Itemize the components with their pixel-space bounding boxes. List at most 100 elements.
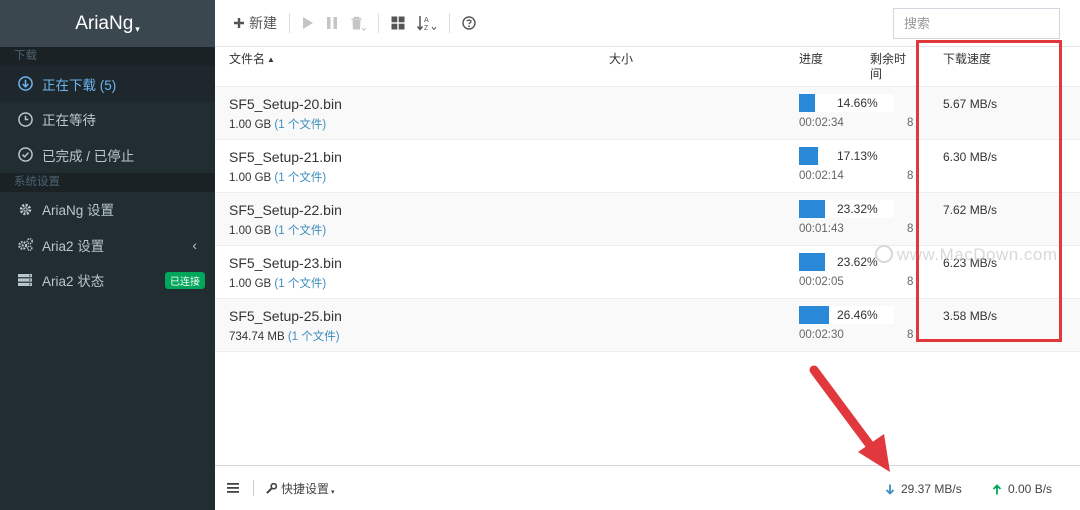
header-size[interactable]: 大小 [609, 52, 633, 67]
sidebar-item-aria2-status[interactable]: Aria2 状态 已连接 [0, 263, 215, 299]
sidebar-item-label: 正在等待 [42, 113, 96, 129]
task-download-speed: 7.62 MB/s [943, 203, 998, 217]
progress-bar: 26.46% [799, 306, 894, 324]
task-remaining-time: 00:02:14 [799, 170, 844, 182]
header-speed[interactable]: 下载速度 [943, 52, 991, 67]
sidebar-item-waiting[interactable]: 正在等待 [0, 102, 215, 138]
check-circle-icon [16, 146, 34, 164]
progress-percent: 23.62% [837, 255, 878, 269]
task-size: 1.00 GB (1 个文件) [229, 275, 326, 291]
start-button[interactable] [296, 9, 320, 37]
app-title-caret: ▾ [135, 24, 140, 34]
header-progress[interactable]: 进度 [799, 52, 823, 67]
sidebar-item-aria2-settings[interactable]: Aria2 设置 ‹ [0, 227, 215, 263]
search-input[interactable] [894, 9, 1080, 38]
task-filename[interactable]: SF5_Setup-25.bin [229, 308, 342, 324]
header-filename[interactable]: 文件名 ▲ [229, 52, 275, 68]
download-speed-value: 29.37 MB/s [901, 482, 962, 496]
sidebar-item-ariang-settings[interactable]: AriaNg 设置 [0, 192, 215, 228]
progress-fill [799, 200, 825, 218]
task-remaining-overflow: 8 [907, 117, 914, 129]
gears-icon [16, 236, 34, 254]
arrow-up-icon [992, 483, 1002, 494]
table-row[interactable]: SF5_Setup-20.bin 1.00 GB (1 个文件) 14.66% 00:… [215, 87, 1080, 140]
search-box [893, 8, 1080, 39]
sidebar-item-label: Aria2 设置 [42, 238, 105, 254]
progress-fill [799, 147, 818, 165]
sort-alpha-icon: AZ [417, 16, 437, 31]
sidebar-item-label: 正在下载 (5) [42, 77, 117, 93]
task-remaining-overflow: 8 [907, 329, 914, 341]
footer-bar: 快捷设置 ▾ 29.37 MB/s 0.00 B/s [215, 465, 1080, 510]
menu-icon[interactable] [227, 483, 241, 493]
table-row[interactable]: SF5_Setup-23.bin 1.00 GB (1 个文件) 23.62% 00:… [215, 246, 1080, 299]
grid-icon [391, 16, 405, 30]
caret-icon: ▾ [331, 489, 335, 496]
task-size: 1.00 GB (1 个文件) [229, 169, 326, 185]
wrench-icon [266, 482, 277, 494]
pause-button[interactable] [320, 9, 344, 37]
progress-percent: 14.66% [837, 96, 878, 110]
task-remaining-time: 00:01:43 [799, 223, 844, 235]
task-filename[interactable]: SF5_Setup-22.bin [229, 202, 342, 218]
trash-icon [351, 16, 366, 31]
task-remaining-time: 00:02:05 [799, 276, 844, 288]
task-remaining-overflow: 8 [907, 223, 914, 235]
app-logo[interactable]: AriaNg ▾ [0, 0, 215, 47]
progress-bar: 23.32% [799, 200, 894, 218]
progress-fill [799, 94, 815, 112]
table-row[interactable]: SF5_Setup-21.bin 1.00 GB (1 个文件) 17.13% 00:… [215, 140, 1080, 193]
sidebar-item-stopped[interactable]: 已完成 / 已停止 [0, 137, 215, 173]
progress-bar: 14.66% [799, 94, 894, 112]
gear-icon [16, 200, 34, 218]
play-icon [303, 17, 313, 29]
toolbar-divider [289, 13, 290, 33]
task-download-speed: 5.67 MB/s [943, 97, 998, 111]
progress-bar: 23.62% [799, 253, 894, 271]
task-files-link[interactable]: (1 个文件) [274, 225, 326, 237]
task-remaining-overflow: 8 [907, 276, 914, 288]
table-row[interactable]: SF5_Setup-25.bin 734.74 MB (1 个文件) 26.46% 0… [215, 299, 1080, 352]
task-size-value: 1.00 GB [229, 172, 272, 184]
task-remaining-time: 00:02:30 [799, 329, 844, 341]
task-files-link[interactable]: (1 个文件) [274, 172, 326, 184]
task-download-speed: 6.30 MB/s [943, 150, 998, 164]
footer-divider [253, 480, 254, 496]
connected-badge: 已连接 [165, 271, 205, 289]
sort-button[interactable]: AZ [411, 9, 443, 37]
task-files-link[interactable]: (1 个文件) [274, 119, 326, 131]
progress-fill [799, 253, 825, 271]
task-files-link[interactable]: (1 个文件) [288, 331, 340, 343]
sidebar: AriaNg ▾ 下载 正在下载 (5) 正在等待 已完成 / 已停止 系统设置 … [0, 0, 215, 510]
plus-icon [234, 18, 244, 28]
delete-button[interactable] [344, 9, 372, 37]
quick-settings-label: 快捷设置 [281, 481, 330, 496]
chevron-left-icon: ‹ [192, 236, 197, 253]
task-files-link[interactable]: (1 个文件) [274, 278, 326, 290]
task-filename[interactable]: SF5_Setup-21.bin [229, 149, 342, 165]
new-task-button[interactable]: 新建 [227, 9, 283, 37]
app-title: AriaNg [75, 12, 134, 34]
progress-percent: 26.46% [837, 308, 878, 322]
progress-percent: 23.32% [837, 202, 878, 216]
task-filename[interactable]: SF5_Setup-23.bin [229, 255, 342, 271]
task-size: 1.00 GB (1 个文件) [229, 222, 326, 238]
sidebar-item-label: 已完成 / 已停止 [42, 148, 135, 164]
display-mode-button[interactable] [385, 9, 411, 37]
sidebar-item-label: Aria2 状态 [42, 274, 105, 290]
task-download-speed: 6.23 MB/s [943, 256, 998, 270]
sidebar-item-downloading[interactable]: 正在下载 (5) [0, 66, 215, 102]
task-size-value: 734.74 MB [229, 331, 285, 343]
task-remaining-time: 00:02:34 [799, 117, 844, 129]
table-header: 文件名 ▲ 大小 进度 剩余时间 下载速度 [215, 47, 1080, 87]
help-button[interactable] [456, 9, 482, 37]
upload-speed-value: 0.00 B/s [1008, 482, 1053, 496]
svg-text:A: A [424, 17, 429, 24]
task-size: 1.00 GB (1 个文件) [229, 116, 326, 132]
arrow-down-icon [885, 484, 895, 495]
task-filename[interactable]: SF5_Setup-20.bin [229, 96, 342, 112]
quick-settings-button[interactable]: 快捷设置 ▾ [266, 480, 335, 497]
header-remaining[interactable]: 剩余时间 [870, 52, 908, 82]
table-row[interactable]: SF5_Setup-22.bin 1.00 GB (1 个文件) 23.32% 00:… [215, 193, 1080, 246]
global-upload-speed: 0.00 B/s [992, 482, 1052, 496]
